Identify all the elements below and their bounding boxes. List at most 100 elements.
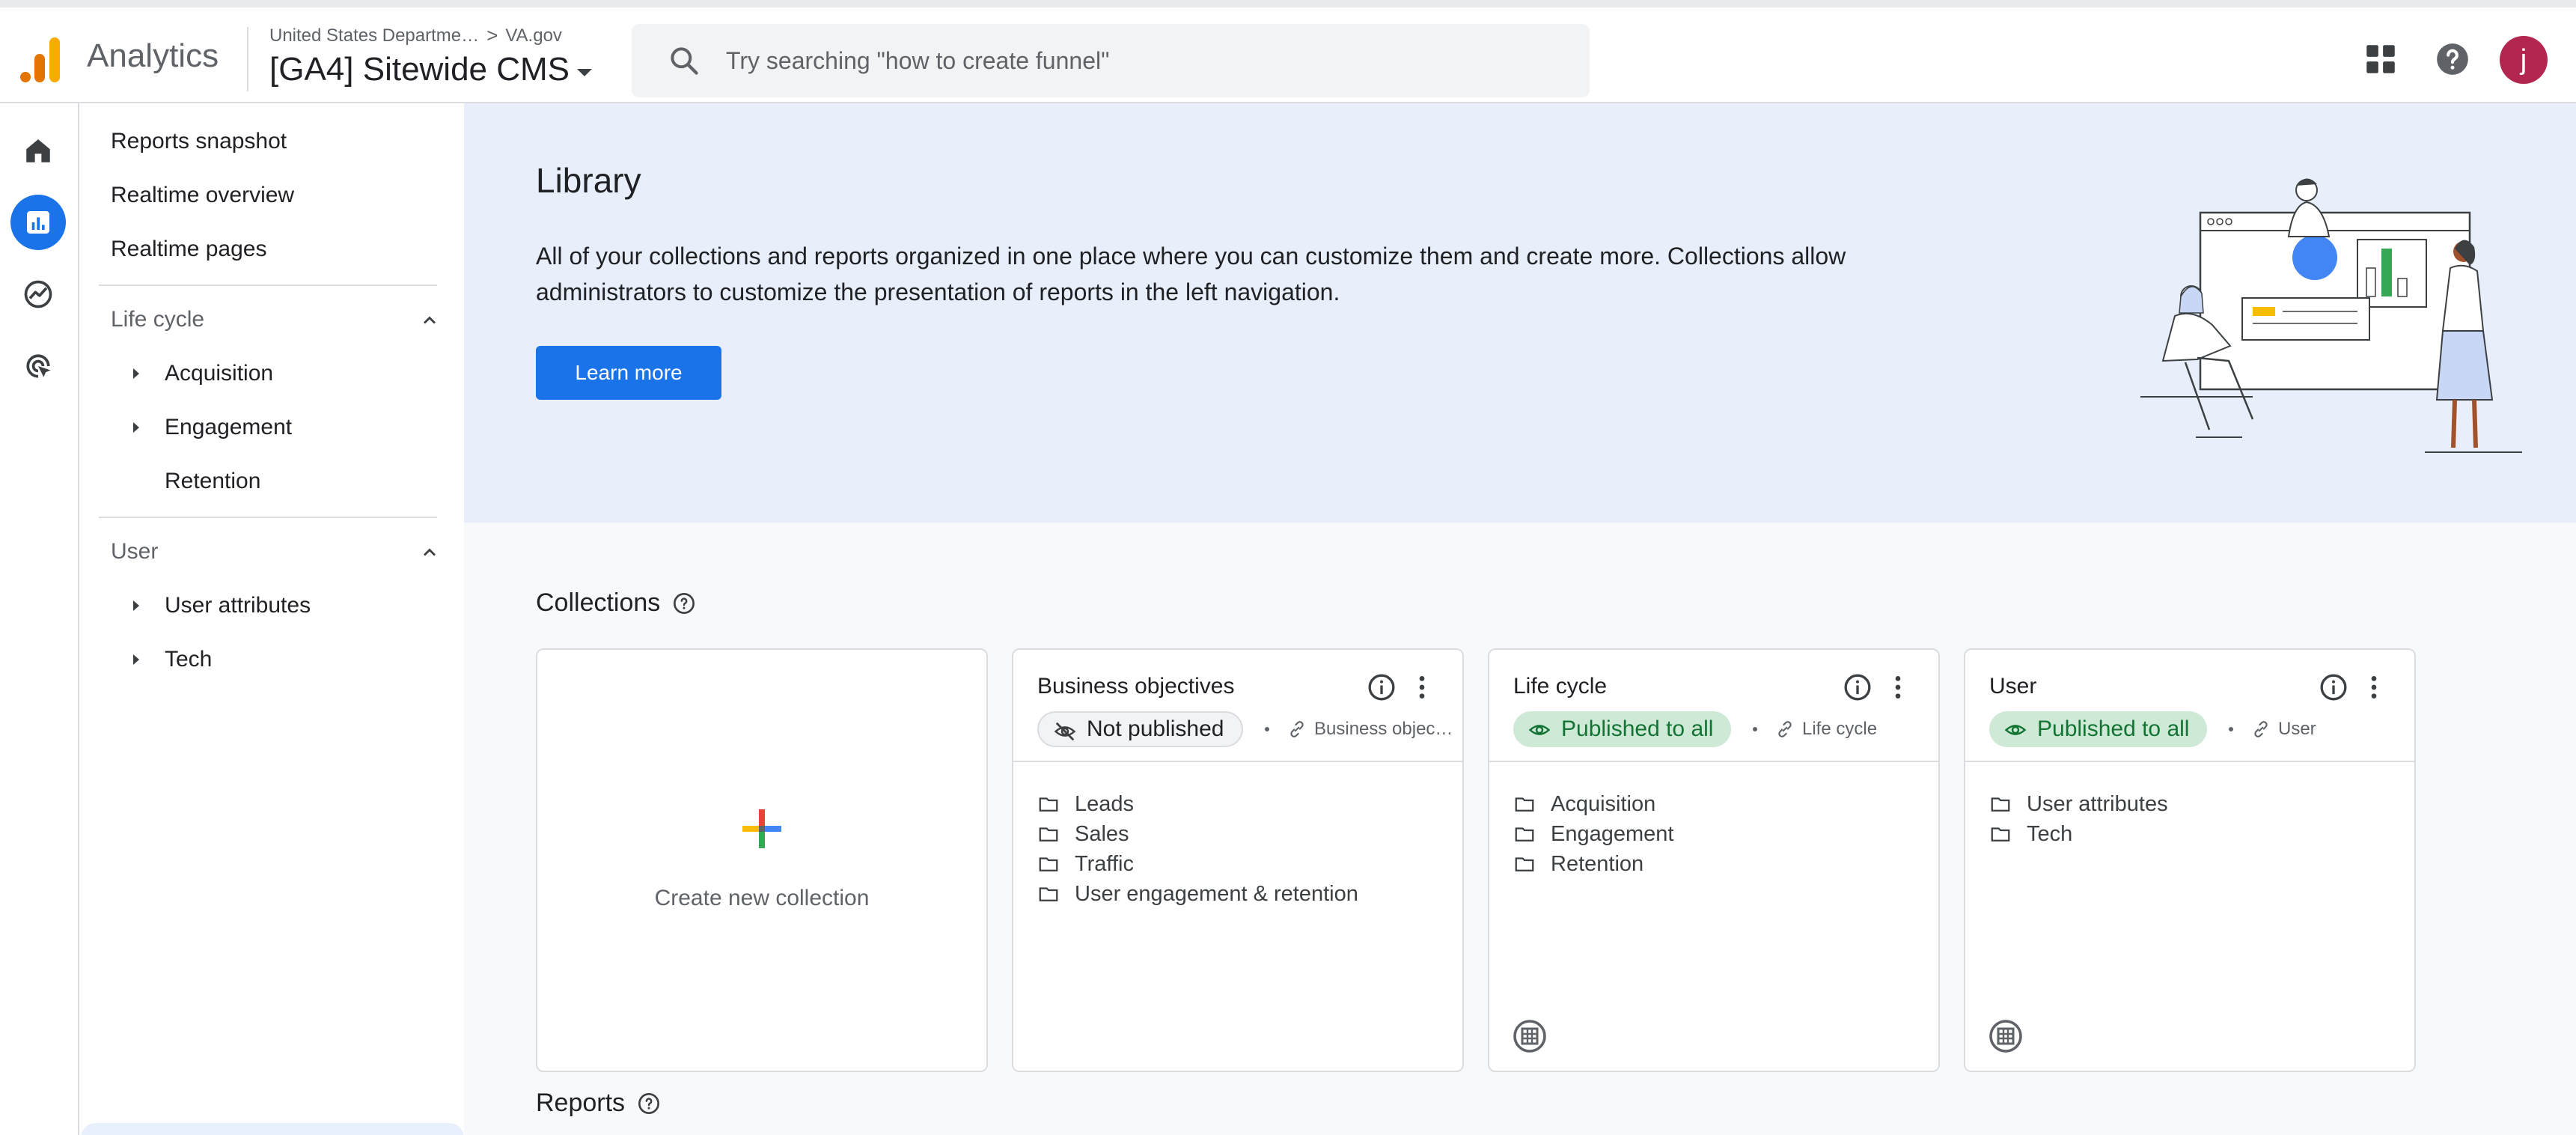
chevron-up-icon[interactable] bbox=[419, 542, 440, 563]
library-nav-item[interactable] bbox=[81, 1123, 464, 1135]
folder-label: User engagement & retention bbox=[1075, 881, 1358, 906]
expand-arrow-icon[interactable] bbox=[133, 368, 139, 379]
expand-arrow-icon[interactable] bbox=[133, 600, 139, 611]
nav-user-attributes-label[interactable]: User attributes bbox=[165, 593, 311, 618]
info-icon[interactable] bbox=[1367, 672, 1397, 702]
section-life-cycle[interactable]: Life cycle bbox=[111, 307, 440, 332]
template-link[interactable]: Life cycle bbox=[1753, 719, 1877, 740]
collection-title: Business objectives bbox=[1037, 674, 1235, 699]
collection-card[interactable]: User Published to all User User attribut… bbox=[1964, 648, 2416, 1072]
status-label: Published to all bbox=[2037, 716, 2190, 741]
folder-icon bbox=[1991, 797, 2010, 812]
expand-arrow-icon[interactable] bbox=[133, 654, 139, 665]
nav-acquisition-label[interactable]: Acquisition bbox=[165, 361, 273, 386]
expand-arrow-icon[interactable] bbox=[133, 422, 139, 433]
folder-icon bbox=[1991, 827, 2010, 842]
left-rail bbox=[0, 103, 79, 1135]
more-vert-icon[interactable] bbox=[1883, 672, 1913, 702]
reports-bar-chart-icon bbox=[27, 211, 49, 234]
create-collection-card[interactable]: Create new collection bbox=[536, 648, 988, 1072]
folder-icon bbox=[1515, 827, 1534, 842]
template-name[interactable]: User bbox=[2278, 719, 2316, 740]
more-vert-icon[interactable] bbox=[2359, 672, 2389, 702]
nav-realtime-pages[interactable]: Realtime pages bbox=[111, 237, 266, 262]
template-link[interactable]: Business objec… bbox=[1265, 719, 1453, 740]
more-vert-icon[interactable] bbox=[1407, 672, 1437, 702]
folder-label: Engagement bbox=[1551, 821, 1674, 846]
collections-title: Collections bbox=[536, 588, 661, 617]
top-app-bar: Analytics United States Departme… > VA.g… bbox=[0, 0, 2576, 103]
nav-retention-label[interactable]: Retention bbox=[165, 469, 260, 494]
collection-card[interactable]: Business objectives Not published Busine… bbox=[1012, 648, 1464, 1072]
dropdown-caret-icon[interactable] bbox=[577, 69, 593, 76]
help-outline-icon[interactable] bbox=[672, 591, 696, 615]
status-badge: Published to all bbox=[1989, 711, 2208, 747]
property-selector[interactable]: [GA4] Sitewide CMS bbox=[269, 51, 593, 88]
advertising-target-icon bbox=[26, 354, 51, 378]
account-avatar[interactable]: j bbox=[2500, 36, 2548, 84]
reports-title: Reports bbox=[536, 1089, 626, 1117]
collection-title: User bbox=[1989, 674, 2037, 699]
template-link[interactable]: User bbox=[2229, 719, 2316, 740]
info-icon[interactable] bbox=[2319, 672, 2348, 702]
status-label: Not published bbox=[1087, 716, 1224, 741]
folder-label: Traffic bbox=[1075, 851, 1134, 876]
folder-item: Traffic bbox=[1037, 849, 1358, 879]
search-input[interactable] bbox=[726, 40, 1549, 81]
collection-card-header: Business objectives Not published Busine… bbox=[1013, 650, 1462, 762]
rail-advertising[interactable] bbox=[10, 338, 66, 394]
account-breadcrumb[interactable]: United States Departme… > VA.gov bbox=[269, 24, 562, 47]
chevron-up-icon[interactable] bbox=[419, 310, 440, 331]
section-user[interactable]: User bbox=[111, 539, 440, 565]
link-icon bbox=[2254, 721, 2268, 737]
nav-engagement-label[interactable]: Engagement bbox=[165, 415, 292, 440]
separator-dot bbox=[1753, 727, 1757, 731]
header-divider bbox=[247, 27, 248, 91]
separator-dot bbox=[1265, 727, 1269, 731]
rail-reports[interactable] bbox=[10, 195, 66, 250]
folder-item: User engagement & retention bbox=[1037, 879, 1358, 909]
folder-item: User attributes bbox=[1989, 789, 2168, 819]
breadcrumb-property[interactable]: VA.gov bbox=[505, 25, 562, 46]
breadcrumb-account[interactable]: United States Departme… bbox=[269, 25, 479, 46]
learn-more-button[interactable]: Learn more bbox=[536, 346, 721, 400]
visibility-icon bbox=[2004, 725, 2027, 735]
help-icon[interactable] bbox=[2434, 40, 2471, 78]
folder-label: Acquisition bbox=[1551, 791, 1656, 816]
rail-home[interactable] bbox=[10, 123, 66, 178]
sidebar-divider bbox=[99, 284, 437, 286]
folder-label: Retention bbox=[1551, 851, 1644, 876]
predefined-collection-icon bbox=[1513, 1020, 1546, 1053]
collections-heading: Collections bbox=[536, 588, 696, 618]
template-name[interactable]: Life cycle bbox=[1802, 719, 1877, 740]
link-icon bbox=[1290, 721, 1304, 737]
search-bar[interactable] bbox=[632, 24, 1590, 97]
folder-icon bbox=[1039, 857, 1058, 871]
apps-grid-icon[interactable] bbox=[2362, 40, 2399, 78]
nav-reports-snapshot[interactable]: Reports snapshot bbox=[111, 129, 287, 154]
folder-item: Retention bbox=[1513, 849, 1673, 879]
reports-sidebar: Reports snapshot Realtime overview Realt… bbox=[81, 103, 464, 1135]
create-collection-label: Create new collection bbox=[654, 886, 870, 910]
info-icon[interactable] bbox=[1843, 672, 1873, 702]
collection-card-header: Life cycle Published to all Life cycle bbox=[1489, 650, 1938, 762]
folder-list: Acquisition Engagement Retention bbox=[1513, 789, 1673, 879]
nav-realtime-overview[interactable]: Realtime overview bbox=[111, 183, 294, 208]
page-title: Library bbox=[536, 161, 641, 200]
folder-list: User attributes Tech bbox=[1989, 789, 2168, 849]
collection-title: Life cycle bbox=[1513, 674, 1608, 699]
status-badge: Published to all bbox=[1513, 711, 1732, 747]
nav-tech-label[interactable]: Tech bbox=[165, 647, 212, 672]
analytics-logo-icon[interactable] bbox=[19, 36, 61, 84]
rail-explore[interactable] bbox=[10, 267, 66, 322]
library-illustration bbox=[2140, 178, 2522, 453]
property-name[interactable]: [GA4] Sitewide CMS bbox=[269, 51, 570, 88]
reports-heading: Reports bbox=[536, 1089, 661, 1118]
collection-card-header: User Published to all User bbox=[1965, 650, 2414, 762]
collection-card[interactable]: Life cycle Published to all Life cycle A… bbox=[1488, 648, 1940, 1072]
template-name[interactable]: Business objec… bbox=[1314, 719, 1453, 740]
folder-label: Tech bbox=[2027, 821, 2073, 846]
help-outline-icon[interactable] bbox=[637, 1092, 661, 1116]
explore-icon bbox=[24, 280, 52, 308]
library-main: Library All of your collections and repo… bbox=[464, 103, 2576, 1135]
